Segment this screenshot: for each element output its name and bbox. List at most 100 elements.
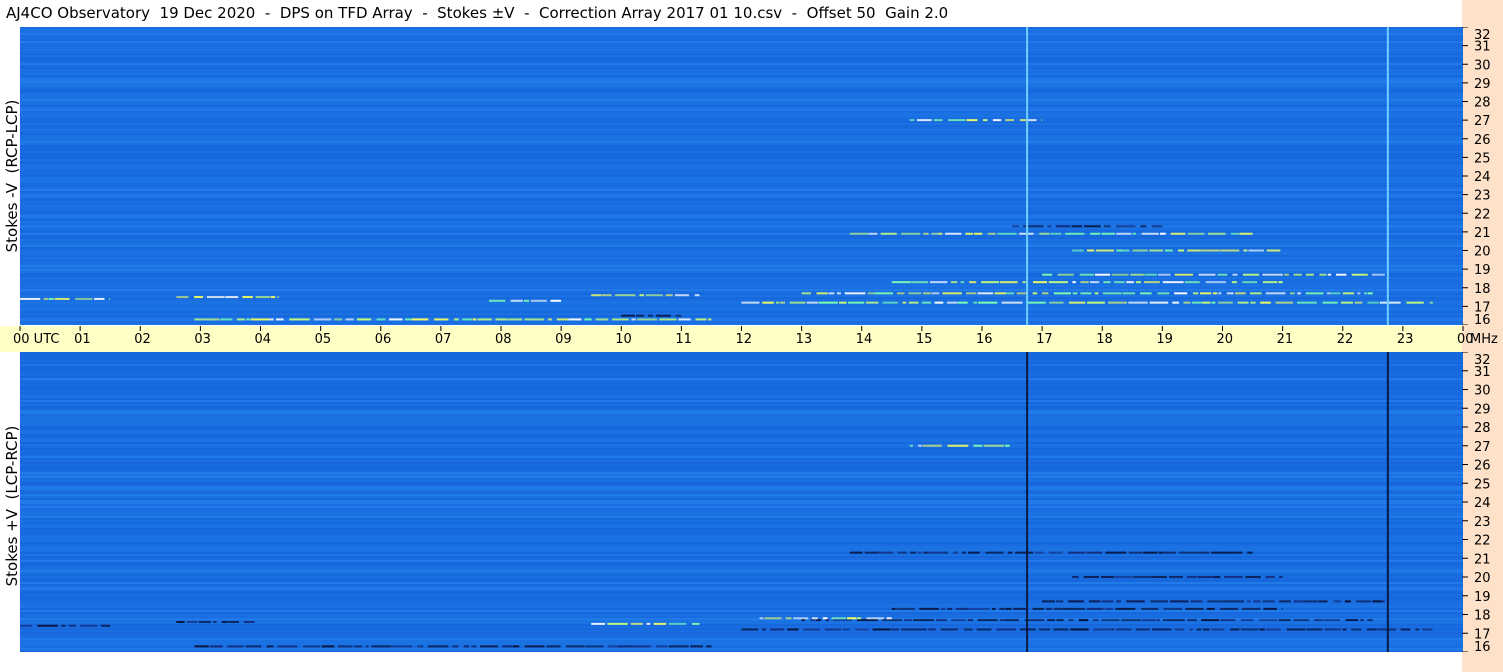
emission-segment [793, 617, 809, 620]
emission-segment [20, 297, 41, 300]
emission-segment [855, 628, 869, 631]
channel-texture [20, 79, 1463, 81]
emission-segment [1048, 281, 1068, 284]
emission-segment [973, 444, 983, 447]
channel-texture [20, 466, 1463, 468]
channel-texture [20, 514, 1463, 516]
emission-segment [1126, 281, 1134, 284]
emission-segment [1071, 225, 1083, 228]
emission-segment [1135, 628, 1150, 631]
channel-texture [20, 129, 1463, 131]
emission-segment [1072, 576, 1079, 578]
emission-segment [621, 314, 636, 317]
channel-texture [20, 462, 1463, 464]
channel-texture [20, 440, 1463, 442]
emission-segment [524, 318, 544, 321]
channel-texture [20, 315, 1463, 317]
frequency-axis-bottom: 1617181920212223242526272829303132 [1462, 352, 1491, 652]
channel-texture [20, 478, 1463, 480]
emission-segment [1062, 607, 1077, 610]
emission-segment [94, 297, 105, 300]
emission-segment [1367, 301, 1380, 304]
emission-segment [1266, 628, 1278, 631]
emission-segment [1192, 301, 1202, 304]
channel-texture [20, 470, 1463, 472]
emission-segment [391, 645, 413, 648]
emission-segment [695, 318, 707, 321]
mhz-tick-label: 20 [1474, 571, 1491, 586]
channel-texture [20, 418, 1463, 420]
channel-texture [20, 299, 1463, 301]
emission-segment [1344, 600, 1351, 603]
emission-segment [994, 292, 1007, 295]
emission-segment [997, 232, 1017, 235]
emission-segment [674, 294, 689, 297]
emission-segment [1013, 607, 1028, 610]
emission-segment [1231, 281, 1238, 284]
channel-texture [20, 500, 1463, 502]
emission-segment [1356, 600, 1371, 603]
emission-segment [1260, 301, 1271, 304]
channel-texture [20, 117, 1463, 119]
emission-segment [690, 645, 703, 648]
emission-segment [942, 551, 948, 554]
channel-texture [20, 544, 1463, 546]
emission-segment [584, 645, 604, 648]
emission-segment [1377, 628, 1397, 631]
channel-texture [20, 159, 1463, 161]
utc-tick-label: 22 [1337, 332, 1354, 347]
emission-segment [991, 607, 996, 610]
channel-texture [20, 398, 1463, 400]
channel-texture [20, 245, 1463, 247]
emission-segment [1196, 628, 1202, 631]
channel-texture [20, 564, 1463, 566]
emission-segment [176, 621, 185, 623]
channel-texture [20, 542, 1463, 544]
channel-texture [20, 227, 1463, 229]
emission-segment [584, 318, 592, 321]
emission-segment [872, 628, 891, 631]
emission-segment [1005, 119, 1015, 122]
emission-segment [1342, 292, 1355, 295]
channel-texture [20, 287, 1463, 289]
emission-segment [1157, 292, 1170, 295]
channel-texture [20, 476, 1463, 478]
emission-segment [276, 318, 284, 321]
channel-texture [20, 370, 1463, 372]
channel-texture [20, 394, 1463, 396]
emission-segment [1351, 273, 1368, 276]
emission-segment [856, 617, 862, 620]
channel-texture [20, 37, 1463, 39]
emission-segment [1239, 232, 1253, 235]
channel-texture [20, 536, 1463, 538]
emission-segment [20, 624, 33, 627]
emission-segment [996, 628, 1016, 631]
emission-segment [314, 318, 332, 321]
emission-segment [1001, 301, 1023, 304]
channel-texture [20, 219, 1463, 221]
utc-tick-label: 12 [736, 332, 753, 347]
channel-texture [20, 530, 1463, 532]
emission-segment [1293, 600, 1303, 603]
emission-segment [966, 119, 978, 122]
channel-texture [20, 492, 1463, 494]
emission-segment [896, 292, 905, 295]
utc-tick-label: 00 UTC [13, 332, 59, 347]
channel-texture [20, 53, 1463, 55]
emission-segment [1357, 292, 1361, 295]
emission-segment [1104, 607, 1114, 610]
channel-texture [20, 229, 1463, 231]
emission-segment [1366, 628, 1377, 631]
emission-segment [844, 292, 866, 295]
channel-texture [20, 634, 1463, 636]
channel-texture [20, 474, 1463, 476]
channel-texture [20, 109, 1463, 111]
emission-segment [1248, 249, 1264, 252]
emission-segment [1265, 292, 1286, 295]
emission-segment [1379, 301, 1401, 304]
emission-segment [427, 645, 449, 648]
emission-segment [1115, 607, 1136, 610]
channel-texture [20, 524, 1463, 526]
emission-segment [1149, 301, 1169, 304]
channel-texture [20, 207, 1463, 209]
